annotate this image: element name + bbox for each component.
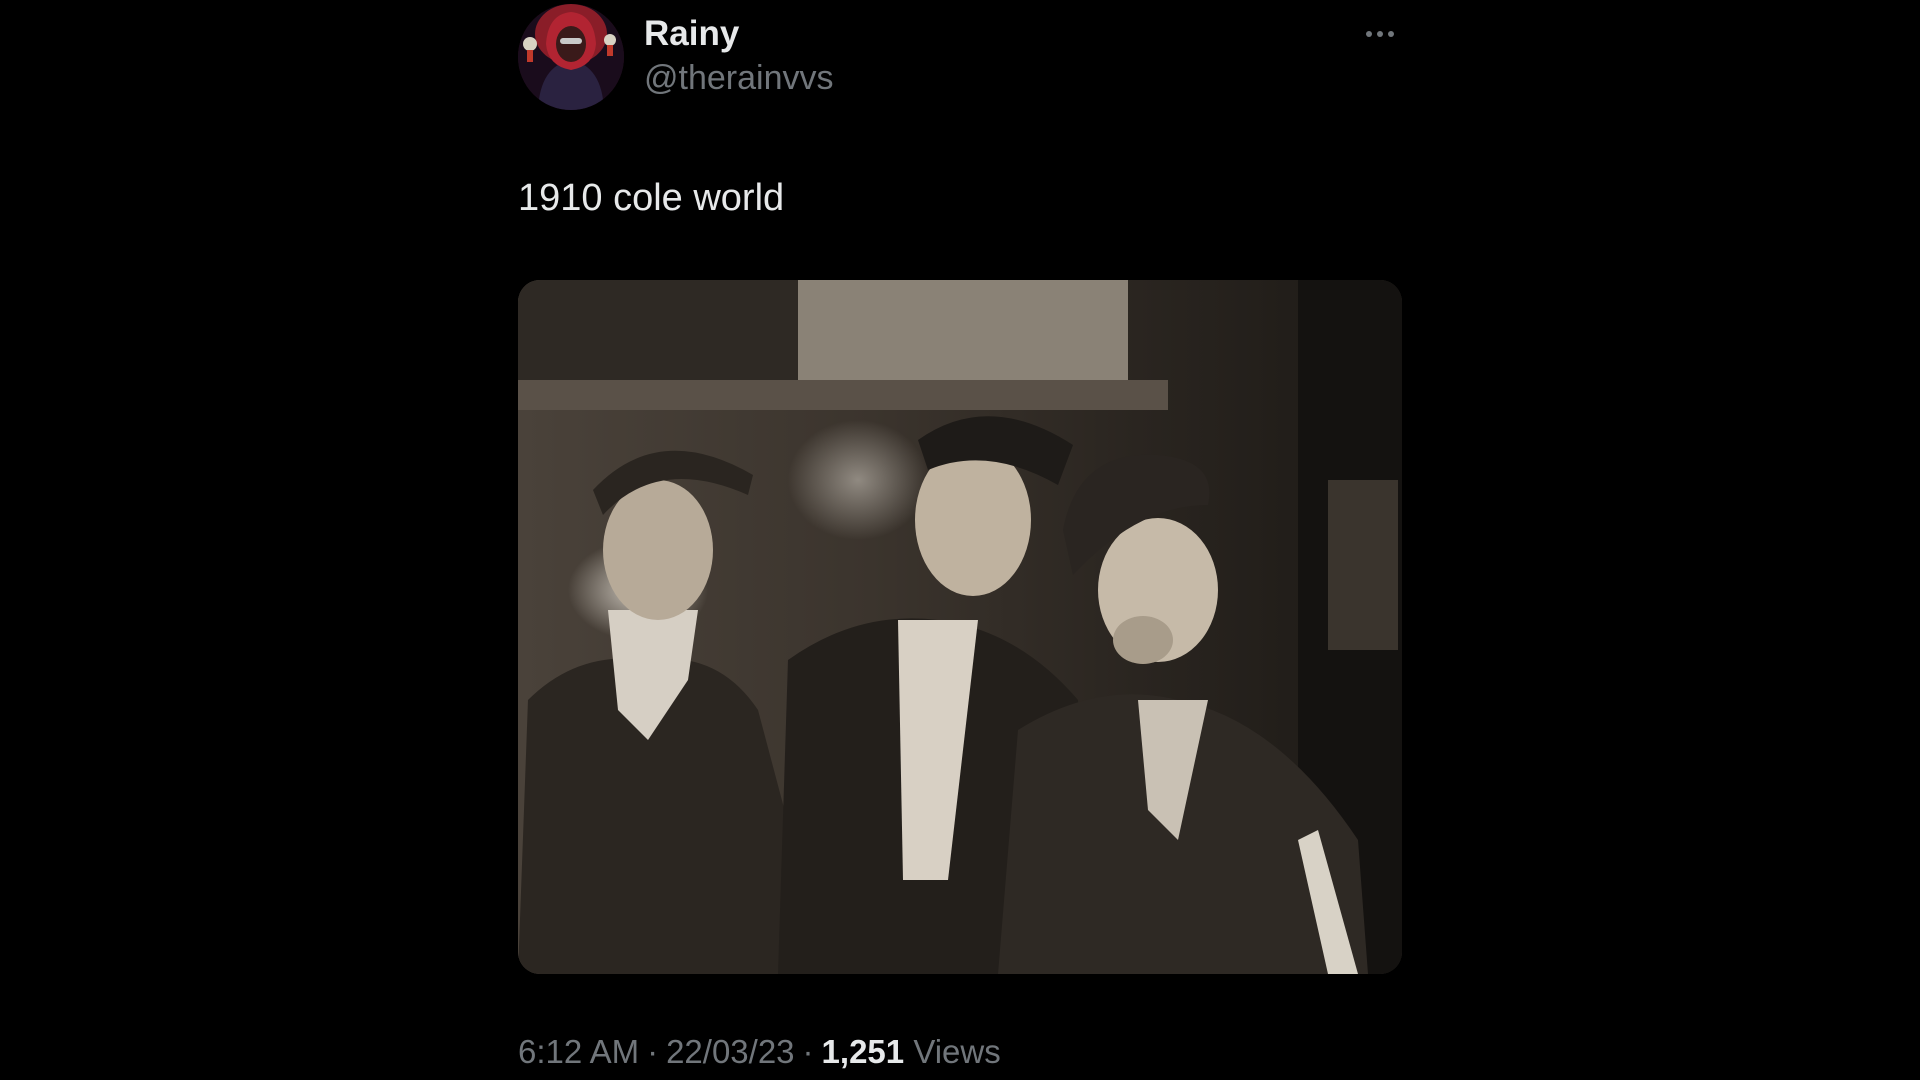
tweet-text: 1910 cole world: [518, 177, 785, 219]
views-count: 1,251: [821, 1033, 905, 1070]
more-dot-icon: [1366, 31, 1372, 37]
views-label: Views: [913, 1033, 1001, 1070]
vintage-photo-icon: [518, 280, 1402, 974]
tweet: Rainy @therainvvs 1910 cole world 6:12 A…: [0, 0, 1920, 1080]
user-handle[interactable]: @therainvvs: [644, 58, 833, 98]
tweet-date[interactable]: 22/03/23: [666, 1033, 794, 1070]
more-dot-icon: [1377, 31, 1383, 37]
separator: ·: [647, 1033, 659, 1070]
display-name[interactable]: Rainy: [644, 14, 739, 54]
more-dot-icon: [1388, 31, 1394, 37]
more-options-button[interactable]: [1358, 18, 1402, 50]
tweet-time[interactable]: 6:12 AM: [518, 1033, 639, 1070]
hooded-figure-avatar-icon: [518, 4, 624, 110]
tweet-meta: 6:12 AM · 22/03/23 · 1,251 Views: [518, 1030, 1001, 1074]
separator: ·: [802, 1033, 814, 1070]
tweet-media-photo[interactable]: [518, 280, 1402, 974]
avatar[interactable]: [518, 4, 624, 110]
